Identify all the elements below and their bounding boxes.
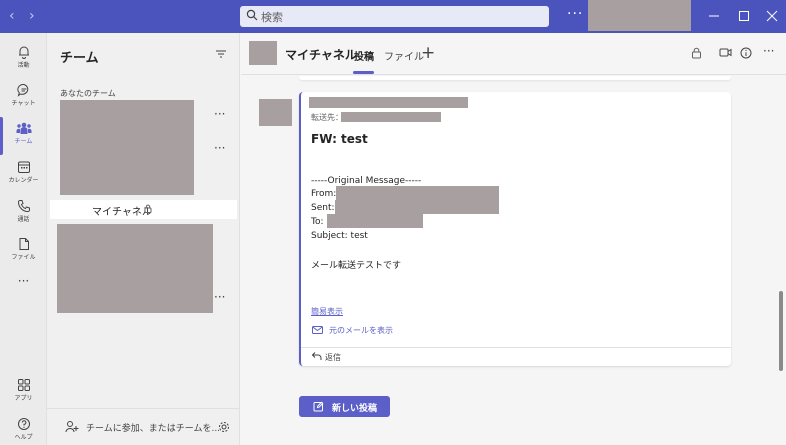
user-profile-redacted[interactable]: [588, 0, 691, 31]
lock-icon: [144, 204, 152, 213]
people-add-icon: [65, 421, 79, 433]
rail-item-calls[interactable]: 通話: [0, 195, 47, 233]
view-original-mail-link[interactable]: 元のメールを表示: [329, 325, 393, 336]
team-more-button[interactable]: ···: [214, 290, 225, 304]
sender-redacted: [309, 97, 468, 108]
rail-item-help[interactable]: ヘルプ: [0, 413, 47, 445]
rail-item-files[interactable]: ファイル: [0, 233, 47, 271]
reply-label: 返信: [325, 353, 341, 362]
chevron-left-icon[interactable]: ‹: [9, 8, 15, 24]
reply-button[interactable]: 返信: [301, 347, 731, 366]
chevron-right-icon[interactable]: ›: [29, 8, 35, 24]
rail-label: チャット: [11, 100, 36, 107]
tab-posts[interactable]: 投稿: [354, 48, 374, 63]
from-redacted: [336, 186, 499, 200]
app-rail: 活動 チャット チーム カレンダー 通話 ファイル ··· アプリ ヘルプ: [0, 33, 47, 445]
add-tab-button[interactable]: +: [421, 43, 435, 63]
rail-item-chat[interactable]: チャット: [0, 79, 47, 117]
rail-label: カレンダー: [8, 177, 39, 184]
team-redacted[interactable]: [57, 224, 213, 313]
sent-label: Sent:: [311, 203, 335, 213]
section-label: あなたのチーム: [60, 89, 116, 98]
previous-post-edge: [299, 76, 731, 80]
forward-label: 転送先：: [311, 113, 343, 122]
post-card: 転送先： FW: test -----Original Message-----…: [299, 92, 731, 366]
conversation-area: 転送先： FW: test -----Original Message-----…: [241, 76, 786, 445]
active-tab-indicator: [353, 71, 374, 74]
teams-icon: [16, 122, 31, 134]
help-icon: [17, 418, 30, 430]
rail-label: 通話: [17, 216, 30, 223]
active-indicator: [0, 117, 3, 155]
phone-icon: [17, 200, 30, 213]
maximize-icon[interactable]: [737, 9, 751, 23]
post-subject: FW: test: [311, 132, 368, 146]
channel-header: マイチャネル 投稿 ファイル + ···: [241, 33, 786, 75]
mail-icon: [312, 326, 323, 334]
channel-title: マイチャネル: [285, 48, 357, 62]
channel-item-mychannel[interactable]: マイチャネル: [50, 200, 237, 219]
teams-pane: チーム あなたのチーム ··· ··· マイチャネル ··· チームに参加、また…: [47, 33, 240, 445]
rail-label: アプリ: [14, 395, 33, 402]
team-more-button[interactable]: ···: [214, 107, 225, 121]
pane-title: チーム: [60, 51, 99, 66]
rail-item-more[interactable]: ···: [0, 274, 47, 312]
compose-icon: [313, 401, 324, 412]
rail-item-calendar[interactable]: カレンダー: [0, 156, 47, 194]
video-icon[interactable]: [719, 47, 732, 58]
rail-label: チーム: [14, 138, 33, 145]
channel-more-button[interactable]: ···: [763, 44, 774, 58]
close-icon[interactable]: [765, 9, 779, 23]
reply-icon: [311, 352, 322, 360]
join-team-label: チームに参加、またはチームを...: [86, 424, 221, 434]
subject-line: Subject: test: [311, 231, 368, 241]
team-more-button[interactable]: ···: [214, 141, 225, 155]
channel-name: マイチャネル: [92, 207, 152, 218]
sent-redacted: [335, 200, 499, 214]
avatar[interactable]: [259, 99, 292, 126]
tab-files[interactable]: ファイル: [384, 48, 424, 63]
new-post-label: 新しい投稿: [332, 404, 378, 414]
join-or-create-team[interactable]: チームに参加、またはチームを...: [47, 408, 240, 445]
lock-icon: [692, 47, 701, 59]
rail-item-teams[interactable]: チーム: [0, 117, 47, 155]
to-label: To:: [311, 217, 324, 227]
rail-item-apps[interactable]: アプリ: [0, 374, 47, 412]
to-redacted: [327, 214, 423, 228]
new-post-button[interactable]: 新しい投稿: [299, 396, 390, 417]
summary-view-link[interactable]: 簡易表示: [311, 306, 343, 317]
recipient-redacted: [341, 112, 441, 122]
info-icon[interactable]: [740, 47, 752, 59]
rail-item-activity[interactable]: 活動: [0, 41, 47, 79]
team-redacted[interactable]: [60, 100, 194, 195]
minimize-icon[interactable]: [707, 9, 721, 23]
rail-label: ヘルプ: [14, 434, 33, 441]
search-placeholder: 検索: [261, 11, 283, 24]
post-body: メール転送テストです: [311, 261, 402, 271]
chat-icon: [16, 83, 28, 97]
gear-icon[interactable]: [218, 421, 230, 433]
filter-icon[interactable]: [215, 49, 227, 59]
team-avatar-redacted: [249, 41, 277, 65]
search-icon: [246, 9, 258, 21]
search-input[interactable]: 検索: [240, 6, 549, 27]
from-label: From:: [311, 189, 337, 199]
calendar-icon: [17, 161, 30, 173]
file-icon: [19, 238, 29, 250]
more-options-button[interactable]: ···: [567, 6, 583, 22]
original-message-header: -----Original Message-----: [311, 176, 422, 186]
rail-label: 活動: [17, 62, 30, 69]
rail-label: ファイル: [11, 254, 36, 261]
apps-icon: [17, 379, 30, 391]
scrollbar[interactable]: [779, 291, 783, 371]
title-bar: ‹ › 検索 ···: [0, 0, 786, 33]
bell-icon: [18, 46, 29, 59]
